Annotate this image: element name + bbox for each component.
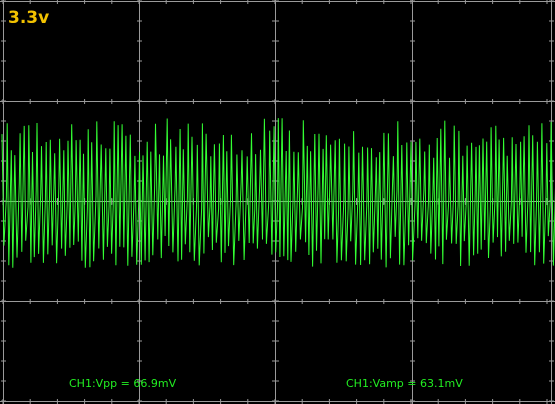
measurement-vpp-name: CH1:Vpp [69, 377, 118, 390]
waveform-trace-icon [1, 118, 555, 268]
waveform-trace [1, 118, 555, 268]
measurement-vamp: CH1:Vamp = 63.1mV [346, 377, 463, 390]
measurement-vamp-name: CH1:Vamp [346, 377, 404, 390]
voltage-label: 3.3v [8, 8, 50, 28]
measurement-vamp-value: 63.1mV [420, 377, 463, 390]
oscilloscope-screen: 3.3v CH1:Vpp = 66.9mV CH1:Vamp = 63.1mV [0, 0, 555, 404]
measurement-vpp: CH1:Vpp = 66.9mV [69, 377, 177, 390]
graticule-grid-icon [0, 0, 555, 404]
measurement-vpp-value: 66.9mV [133, 377, 177, 390]
